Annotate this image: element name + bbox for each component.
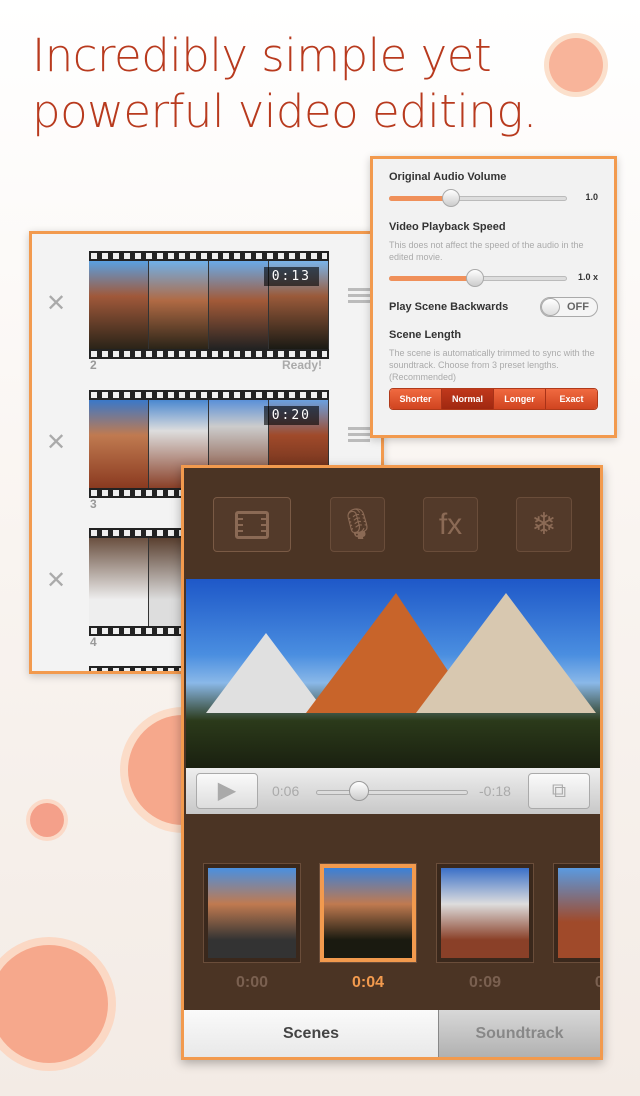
delete-icon[interactable]: ✕: [46, 428, 66, 457]
reorder-handle-icon[interactable]: [348, 427, 370, 445]
scene-length-segmented-control: Shorter Normal Longer Exact: [389, 388, 598, 410]
segment-exact[interactable]: Exact: [546, 389, 597, 409]
tab-scenes[interactable]: Scenes: [184, 1010, 438, 1057]
snowflake-icon: ❄: [531, 508, 557, 541]
headline-line-2: powerful video editing.: [32, 85, 537, 138]
fullscreen-icon: ⧉: [551, 780, 567, 802]
fx-icon: fx: [438, 507, 463, 541]
fx-tool-button[interactable]: fx: [423, 497, 478, 552]
speed-description: This does not affect the speed of the au…: [389, 240, 584, 262]
scene-thumbnail[interactable]: [554, 864, 600, 962]
scene-number: 3: [90, 497, 97, 511]
film-icon: [235, 510, 269, 539]
backwards-label: Play Scene Backwards: [389, 301, 509, 313]
speed-label: Video Playback Speed: [389, 221, 506, 233]
scene-thumbnail[interactable]: [437, 864, 533, 962]
play-button[interactable]: ▶: [196, 773, 258, 809]
scene-settings-panel: Original Audio Volume 1.0 Video Playback…: [370, 156, 617, 438]
scene-status: Ready!: [282, 358, 323, 372]
segment-shorter[interactable]: Shorter: [390, 389, 442, 409]
speed-value: 1.0 x: [577, 272, 598, 282]
scene-thumbnail[interactable]: [204, 864, 300, 962]
audio-volume-value: 1.0: [585, 192, 598, 202]
scene-number: 4: [90, 635, 97, 649]
scene-length-description: The scene is automatically trimmed to sy…: [389, 348, 595, 382]
thumbnail-time: 0:: [594, 974, 603, 991]
headline-line-1: Incredibly simple yet: [32, 29, 492, 82]
thumbnail-time: 0:04: [351, 974, 385, 991]
scene-item[interactable]: ✕ 0:13 2 Ready!: [32, 234, 381, 374]
scrubber-knob[interactable]: [349, 781, 369, 801]
segment-normal[interactable]: Normal: [442, 389, 494, 409]
audio-volume-label: Original Audio Volume: [389, 171, 507, 183]
scenes-tool-button[interactable]: [213, 497, 291, 552]
fullscreen-button[interactable]: ⧉: [528, 773, 590, 809]
audio-volume-slider[interactable]: 1.0: [389, 189, 598, 207]
video-preview[interactable]: [186, 579, 600, 768]
filmstrip: 0:13: [89, 251, 329, 359]
thumbnail-time: 0:00: [235, 974, 269, 991]
microphone-icon: 🎙: [338, 508, 377, 541]
scene-length-label: Scene Length: [389, 329, 462, 341]
filter-tool-button[interactable]: ❄: [516, 497, 572, 552]
delete-icon[interactable]: ✕: [46, 289, 66, 318]
playback-controls: ▶ 0:06 -0:18 ⧉: [186, 768, 600, 814]
toggle-state: OFF: [567, 301, 589, 313]
play-icon: ▶: [217, 777, 237, 804]
time-elapsed: 0:06: [272, 783, 300, 799]
reorder-handle-icon[interactable]: [348, 288, 370, 306]
editor-panel: 🎙 fx ❄ ▶ 0:06 -0:18 ⧉ 0:00 0:04 0:09 0: …: [181, 465, 603, 1060]
decor-circle: [549, 38, 603, 92]
time-remaining: -0:18: [479, 783, 511, 799]
decor-circle: [0, 945, 108, 1063]
segment-longer[interactable]: Longer: [494, 389, 546, 409]
duration-badge: 0:13: [263, 267, 319, 286]
thumbnail-time: 0:09: [468, 974, 502, 991]
delete-icon[interactable]: ✕: [46, 566, 66, 595]
audio-tool-button[interactable]: 🎙: [330, 497, 385, 552]
duration-badge: 0:20: [263, 406, 319, 425]
scene-thumbnail-selected[interactable]: [320, 864, 416, 962]
speed-slider[interactable]: 1.0 x: [389, 269, 598, 287]
tab-soundtrack[interactable]: Soundtrack: [438, 1010, 600, 1057]
editor-tabs: Scenes Soundtrack: [184, 1010, 600, 1057]
scene-number: 2: [90, 358, 97, 372]
backwards-toggle[interactable]: OFF: [540, 297, 598, 317]
headline: Incredibly simple yet powerful video edit…: [32, 28, 537, 140]
decor-circle: [30, 803, 64, 837]
scrubber-track[interactable]: [316, 790, 468, 795]
